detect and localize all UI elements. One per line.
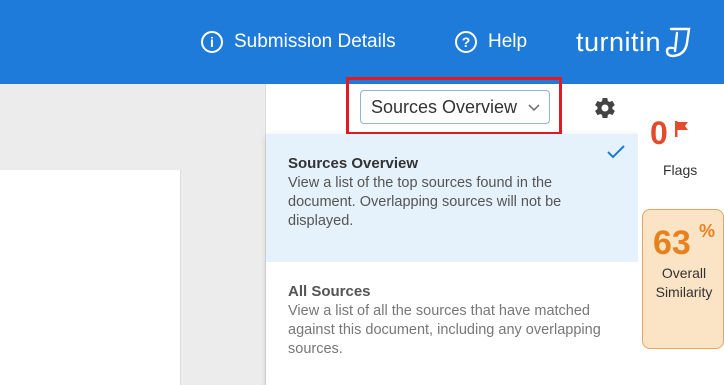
checkmark-icon [607, 142, 625, 165]
flags-count: 0 [650, 115, 668, 151]
option-description: View a list of the top sources found in … [288, 175, 562, 229]
flags-label: Flags [663, 162, 698, 178]
menu-option-all-sources[interactable]: All Sources View a list of all the sourc… [266, 262, 639, 385]
view-mode-menu: Sources Overview View a list of the top … [266, 134, 639, 385]
panel-header: Sources Overview [266, 77, 639, 135]
top-navigation-bar: i Submission Details ? Help turnitin [0, 0, 724, 84]
similarity-percent-sign: % [699, 221, 716, 241]
logo-mark-icon [665, 27, 691, 58]
selection-highlight-box [346, 77, 562, 135]
sources-panel: Sources Overview Sources Overview View a… [265, 77, 639, 385]
submission-details-link[interactable]: i Submission Details [201, 0, 396, 84]
document-viewer [0, 84, 265, 385]
help-icon: ? [455, 31, 477, 53]
overall-similarity-card[interactable]: 63 % Overall Similarity [642, 209, 724, 349]
menu-option-sources-overview[interactable]: Sources Overview View a list of the top … [266, 134, 639, 262]
option-title: Sources Overview [288, 155, 419, 172]
option-title: All Sources [288, 283, 371, 300]
info-icon: i [201, 31, 223, 53]
help-label: Help [488, 31, 528, 52]
logo-text: turnitin [576, 26, 662, 57]
similarity-score: 63 [653, 224, 691, 262]
flag-icon [675, 121, 688, 137]
option-description: View a list of all the sources that have… [288, 303, 601, 357]
gear-icon[interactable] [593, 96, 617, 120]
summary-rail: 0 Flags 63 % Overall Similarity [638, 84, 724, 385]
document-page[interactable] [0, 170, 181, 385]
help-link[interactable]: ? Help [455, 0, 527, 84]
similarity-label: Overall Similarity [655, 265, 713, 300]
turnitin-logo[interactable]: turnitin [576, 0, 693, 84]
submission-details-label: Submission Details [234, 31, 396, 52]
